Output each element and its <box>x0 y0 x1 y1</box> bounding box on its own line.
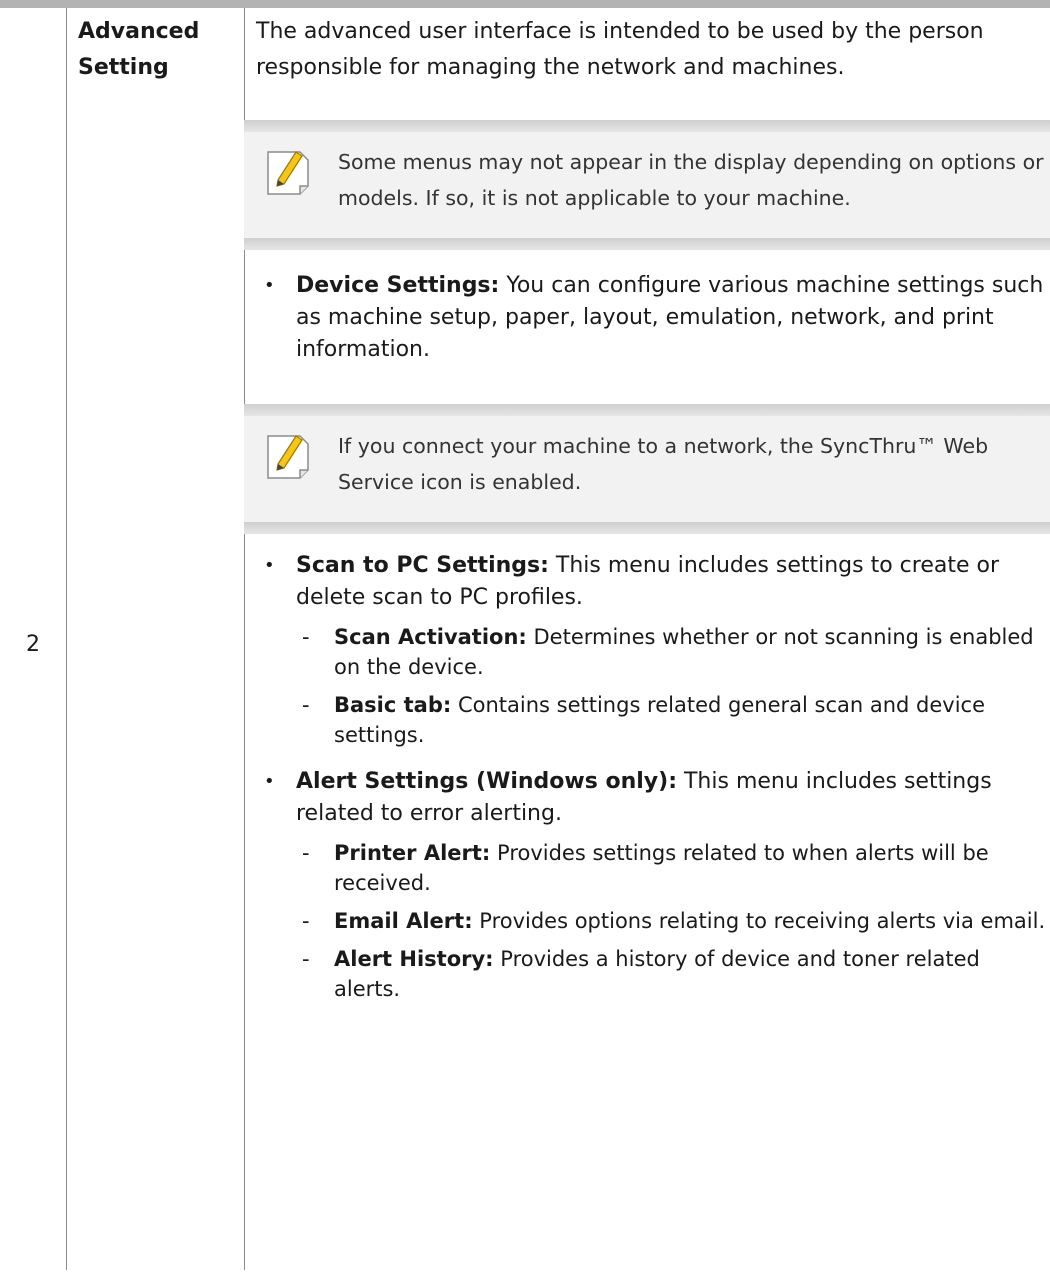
sub-item-basic-tab: - Basic tab: Contains settings related g… <box>256 690 1046 750</box>
list-item-device-settings: • Device Settings: You can configure var… <box>256 270 1046 366</box>
note-text: If you connect your machine to a network… <box>338 434 989 494</box>
sub-item-title: Email Alert: <box>334 909 473 933</box>
sub-item-title: Alert History: <box>334 947 494 971</box>
item-title: Scan to PC Settings: <box>296 553 549 578</box>
list-item-alert-settings: • Alert Settings (Windows only): This me… <box>256 766 1046 830</box>
note-box: If you connect your machine to a network… <box>244 404 1050 534</box>
sub-item-printer-alert: - Printer Alert: Provides settings relat… <box>256 838 1046 898</box>
setting-label: Advanced Setting <box>78 19 200 80</box>
dash-marker: - <box>302 693 310 717</box>
sub-item-alert-history: - Alert History: Provides a history of d… <box>256 944 1046 1004</box>
note-bottom-bar <box>244 522 1050 534</box>
sub-item-title: Basic tab: <box>334 693 452 717</box>
sub-item-email-alert: - Email Alert: Provides options relating… <box>256 906 1046 936</box>
bullet-marker: • <box>264 275 275 296</box>
intro-text: The advanced user interface is intended … <box>256 19 984 80</box>
note-pencil-icon <box>267 435 309 479</box>
item-title: Alert Settings (Windows only): <box>296 769 677 794</box>
row-number: 2 <box>26 632 40 657</box>
note-top-bar <box>244 404 1050 416</box>
note-bottom-bar <box>244 238 1050 250</box>
sub-item-text: Provides options relating to receiving a… <box>472 909 1046 933</box>
dash-marker: - <box>302 909 310 933</box>
dash-marker: - <box>302 947 310 971</box>
dash-marker: - <box>302 625 310 649</box>
sub-item-title: Printer Alert: <box>334 841 491 865</box>
bullet-marker: • <box>264 555 275 576</box>
bullet-marker: • <box>264 771 275 792</box>
column-divider <box>66 8 67 1270</box>
note-top-bar <box>244 120 1050 132</box>
dash-marker: - <box>302 841 310 865</box>
description-cell: The advanced user interface is intended … <box>244 14 1050 1004</box>
item-title: Device Settings: <box>296 273 500 298</box>
sub-item-title: Scan Activation: <box>334 625 527 649</box>
table-top-border <box>0 0 1050 8</box>
note-text: Some menus may not appear in the display… <box>338 150 1044 210</box>
note-box: Some menus may not appear in the display… <box>244 120 1050 250</box>
sub-item-scan-activation: - Scan Activation: Determines whether or… <box>256 622 1046 682</box>
note-pencil-icon <box>267 151 309 195</box>
list-item-scan-to-pc: • Scan to PC Settings: This menu include… <box>256 550 1046 614</box>
